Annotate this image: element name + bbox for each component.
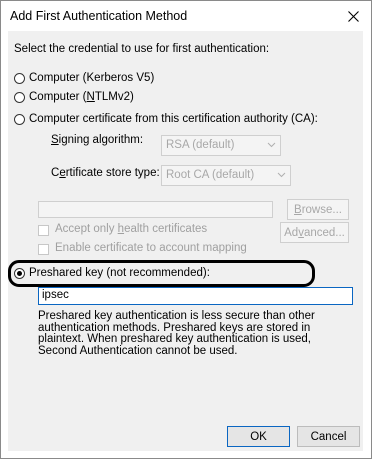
close-button[interactable] [335, 1, 371, 31]
preshared-key-radio[interactable] [14, 268, 25, 279]
browse-button[interactable]: Browse... [287, 199, 349, 220]
advanced-button[interactable]: Ad v anced... [280, 222, 349, 243]
account-mapping-label: Enable certificate to account mapping [55, 242, 247, 254]
ok-button[interactable]: OK [227, 426, 290, 447]
signing-algorithm-label: Signing algorithm: [51, 134, 144, 146]
accept-health-label: Accept only health certificates [55, 223, 208, 235]
accept-health-checkbox[interactable] [38, 225, 49, 236]
preshared-key-input[interactable]: ipsec [38, 287, 353, 305]
preshared-key-description: Preshared key authentication is less sec… [38, 310, 315, 357]
certificate-label: Computer certificate from this certifica… [29, 113, 318, 125]
account-mapping-checkbox[interactable] [38, 244, 49, 255]
dialog-window: Add First Authentication Method Select t… [0, 0, 372, 459]
ntlm-radio[interactable] [14, 92, 25, 103]
dialog-body: Select the credential to use for first a… [8, 31, 363, 451]
certificate-store-select[interactable]: Root CA (default) [161, 165, 291, 186]
ntlm-label: Computer (NTLMv2) [29, 91, 134, 103]
chevron-down-icon [267, 142, 276, 148]
kerberos-label: Computer (Kerberos V5) [29, 72, 155, 84]
cancel-button[interactable]: Cancel [297, 426, 360, 447]
kerberos-radio[interactable] [14, 73, 25, 84]
preshared-key-label: Preshared key (not recommended): [29, 267, 210, 279]
certificate-store-label: Certificate store type: [51, 167, 160, 179]
dialog-title: Add First Authentication Method [10, 9, 188, 23]
chevron-down-icon [277, 172, 286, 178]
title-bar: Add First Authentication Method [1, 1, 371, 31]
instruction-label: Select the credential to use for first a… [14, 43, 270, 55]
signing-algorithm-select[interactable]: RSA (default) [161, 135, 281, 156]
ca-name-field[interactable] [38, 201, 273, 218]
close-icon [347, 10, 359, 22]
certificate-radio[interactable] [14, 114, 25, 125]
